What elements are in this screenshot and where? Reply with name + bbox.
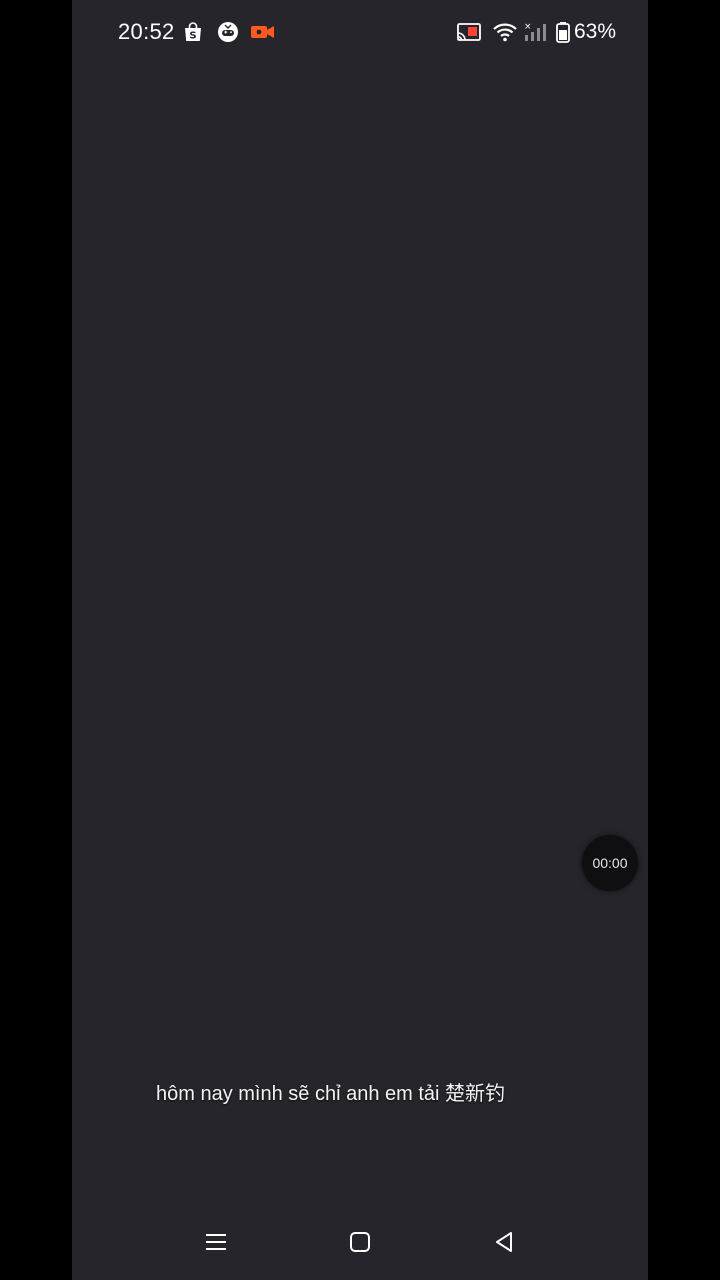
signal-icon: × bbox=[523, 21, 549, 43]
cast-icon bbox=[456, 21, 482, 43]
status-clock: 20:52 bbox=[118, 19, 175, 44]
recording-timer-bubble[interactable]: 00:00 bbox=[582, 835, 638, 891]
navigation-bar bbox=[72, 1210, 648, 1274]
status-bar: 20:52 S × 63% bbox=[72, 0, 648, 64]
shopee-bag-icon: S bbox=[182, 21, 204, 43]
svg-text:S: S bbox=[189, 31, 196, 42]
recents-icon[interactable] bbox=[200, 1226, 232, 1258]
back-icon[interactable] bbox=[488, 1226, 520, 1258]
recording-timer-text: 00:00 bbox=[592, 855, 628, 871]
battery-percent: 63% bbox=[574, 20, 617, 43]
svg-text:×: × bbox=[524, 22, 532, 32]
caption-text: hôm nay mình sẽ chỉ anh em tải 楚新钓 bbox=[156, 1083, 506, 1105]
phone-screen: 20:52 S × 63% 00:00 hôm nay mình sẽ chỉ … bbox=[72, 0, 648, 1280]
game-controller-icon bbox=[217, 21, 239, 43]
battery-icon bbox=[555, 21, 571, 43]
video-caption: hôm nay mình sẽ chỉ anh em tải 楚新钓 bbox=[156, 1080, 636, 1122]
letterbox-left bbox=[0, 0, 72, 1280]
screen-record-icon bbox=[250, 21, 276, 43]
home-icon[interactable] bbox=[344, 1226, 376, 1258]
wifi-icon bbox=[492, 21, 518, 43]
letterbox-right bbox=[648, 0, 720, 1280]
